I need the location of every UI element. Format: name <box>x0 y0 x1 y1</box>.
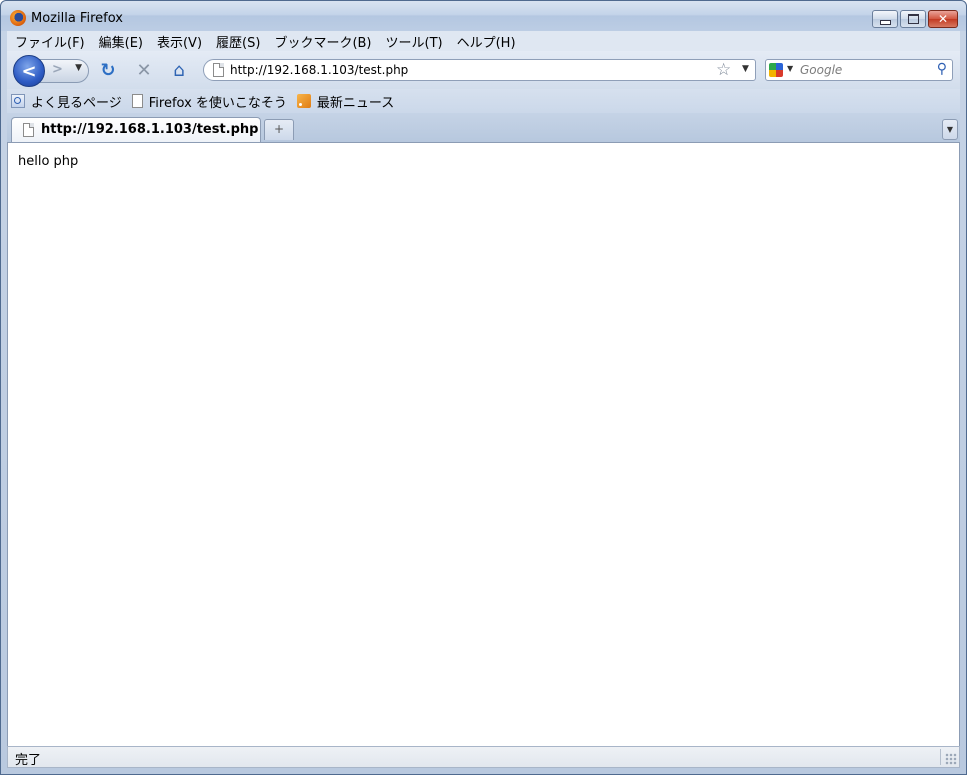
resize-grip-icon[interactable] <box>945 753 957 765</box>
back-button[interactable]: < <box>13 55 45 87</box>
close-button[interactable]: ✕ <box>928 10 958 28</box>
window-controls: ✕ <box>870 10 958 28</box>
firefox-icon <box>10 10 26 26</box>
page-text: hello php <box>18 154 79 169</box>
bookmarks-toolbar: よく見るページ Firefox を使いこなそう 最新ニュース <box>7 89 960 113</box>
page-icon <box>213 63 224 77</box>
bookmark-label: 最新ニュース <box>316 95 395 111</box>
search-input[interactable] <box>800 61 930 79</box>
menu-tools[interactable]: ツール(T) <box>378 32 449 51</box>
browser-window: Mozilla Firefox ✕ ファイル(F) 編集(E) 表示(V) 履歴… <box>0 0 967 775</box>
url-bar[interactable]: ☆ ▼ <box>203 59 756 81</box>
reload-icon[interactable]: ↻ <box>98 60 118 81</box>
title-bar[interactable]: Mozilla Firefox ✕ <box>1 1 966 31</box>
forward-arrow-icon: > <box>52 62 63 77</box>
menu-edit[interactable]: 編集(E) <box>91 32 149 51</box>
minimize-button[interactable] <box>872 10 898 28</box>
tab-label: http://192.168.1.103/test.php <box>41 122 259 137</box>
engine-dropdown-icon[interactable]: ▼ <box>787 64 793 73</box>
search-bar[interactable]: ▼ ⚲ <box>765 59 953 81</box>
chevron-down-icon: ▼ <box>946 125 954 134</box>
page-icon <box>23 123 34 137</box>
home-icon[interactable]: ⌂ <box>169 60 189 81</box>
status-bar: 完了 <box>7 746 960 768</box>
url-dropdown-icon[interactable]: ▼ <box>742 64 749 74</box>
menu-help[interactable]: ヘルプ(H) <box>449 32 522 51</box>
google-icon[interactable] <box>769 63 783 77</box>
tab-strip: http://192.168.1.103/test.php + ▼ <box>7 113 960 143</box>
bookmark-getting-started[interactable]: Firefox を使いこなそう <box>128 92 293 111</box>
magnifier-icon[interactable]: ⚲ <box>937 61 947 77</box>
bookmark-label: Firefox を使いこなそう <box>148 95 287 111</box>
bookmark-latest-news[interactable]: 最新ニュース <box>293 92 400 111</box>
tab-list-button[interactable]: ▼ <box>942 119 958 140</box>
tab-active[interactable]: http://192.168.1.103/test.php <box>11 117 261 142</box>
navigation-toolbar: > ▼ < ↻ ✕ ⌂ ☆ ▼ ▼ ⚲ <box>7 51 960 89</box>
stop-icon[interactable]: ✕ <box>134 60 154 81</box>
bookmark-label: よく見るページ <box>31 95 122 111</box>
menu-file[interactable]: ファイル(F) <box>7 32 91 51</box>
maximize-button[interactable] <box>900 10 926 28</box>
close-icon: ✕ <box>937 12 949 26</box>
menu-view[interactable]: 表示(V) <box>149 32 208 51</box>
bookmark-most-visited[interactable]: よく見るページ <box>7 92 128 111</box>
new-tab-button[interactable]: + <box>264 119 294 140</box>
maximize-icon <box>907 14 919 24</box>
menu-bookmarks[interactable]: ブックマーク(B) <box>266 32 377 51</box>
minimize-icon <box>879 19 891 25</box>
history-dropdown-icon[interactable]: ▼ <box>75 63 82 73</box>
url-input[interactable] <box>230 61 700 79</box>
status-divider <box>940 749 941 765</box>
smart-bookmark-icon <box>11 94 25 108</box>
status-text: 完了 <box>15 753 42 768</box>
plus-icon: + <box>273 122 285 136</box>
page-content[interactable]: hello php <box>7 143 960 746</box>
rss-icon <box>296 94 311 108</box>
star-icon[interactable]: ☆ <box>716 60 731 80</box>
back-arrow-icon: < <box>21 60 37 82</box>
page-icon <box>131 94 143 108</box>
menu-bar: ファイル(F) 編集(E) 表示(V) 履歴(S) ブックマーク(B) ツール(… <box>7 31 960 51</box>
menu-history[interactable]: 履歴(S) <box>208 32 266 51</box>
window-title: Mozilla Firefox <box>31 11 123 26</box>
